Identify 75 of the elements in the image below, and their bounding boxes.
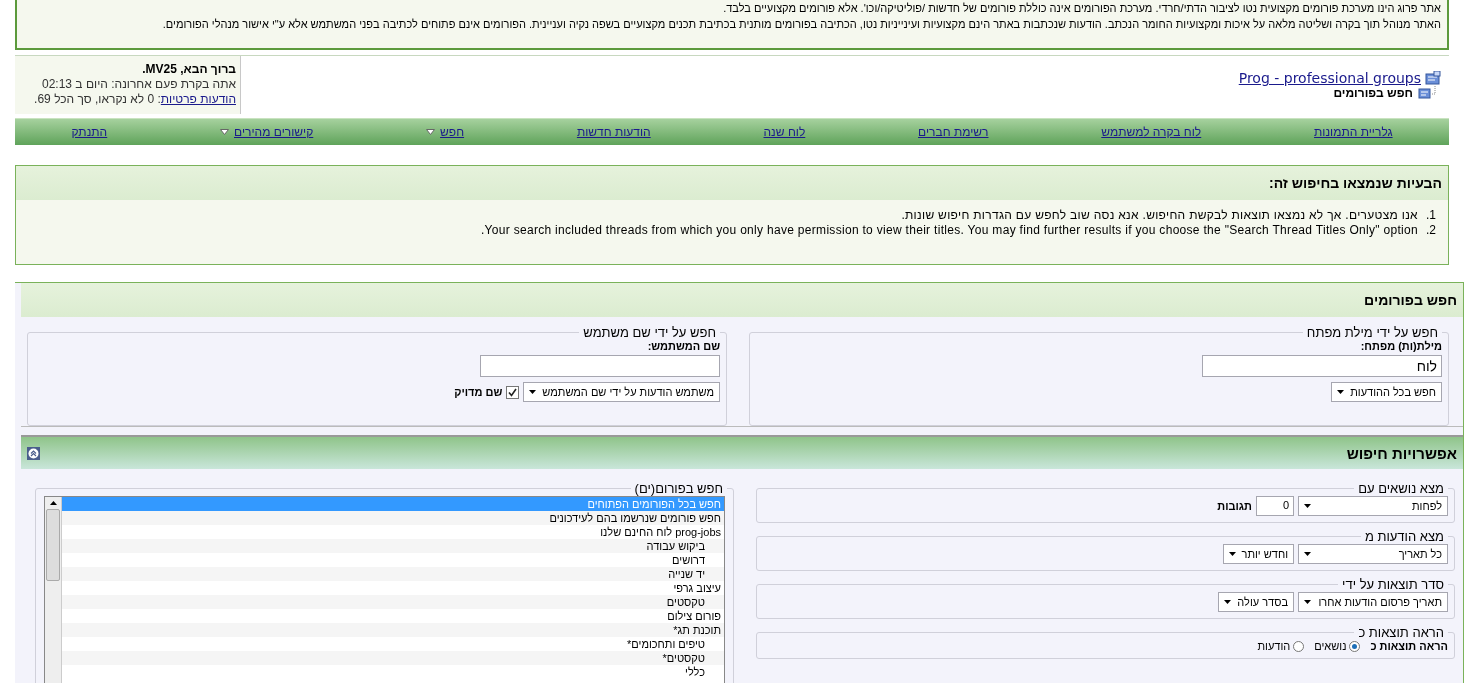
scroll-up-icon[interactable]	[49, 501, 57, 505]
notice-text: האתר מנוהל תוך בקרה ושליטה מלאה על איכות ומקצועיות החומר הנכתב. הודעות שנכתבות באתר הינם מקצועיות ועינייניות נטו, הכתיבה בפורומים מותנית בכתיבת תכנים מקצועיים בשפה נקיה ועניינית. הפורומים אינם פתוחים לכתיבה בפני המשתמש אלא ע"י אישור מנהלי הפורומים.	[161, 17, 1441, 32]
dropdown-arrow-icon	[1304, 600, 1311, 604]
checkbox-label: שם מדויק	[454, 386, 503, 398]
forum-option[interactable]: ביקוש עבודה	[62, 539, 724, 553]
section-title: אפשרויות חיפוש	[1346, 444, 1457, 462]
dropdown[interactable]: חפש בכל ההודעות	[1331, 382, 1442, 402]
dropdown-arrow-icon	[529, 390, 537, 394]
list-number: 1.	[1425, 208, 1436, 223]
dropdown-arrow-icon	[1304, 504, 1311, 508]
dropdown-arrow-icon	[1337, 390, 1345, 394]
forum-option[interactable]: עיצוב גרפי	[62, 581, 724, 595]
nav-link[interactable]: חפש	[426, 125, 465, 139]
last-visit-text: אתה בקרת פעם אחרונה: היום ב 02:13	[41, 77, 236, 92]
list-number: 2.	[1425, 223, 1436, 238]
message-count: : 0 לא נקראו, סך הכל 69.	[34, 92, 161, 107]
forum-list[interactable]: חפש בכל הפורומים הפתוחים חפש פורומים שנרשמו בהם לעידכונים prog-jobs לוח החינם שלנו ביקוש עבודה דרושים יד שנייה עיצוב גרפי טקסטים פורום צילום תוכנת תג* טיפים ותחכומים* טקסטים* כללי	[44, 496, 725, 683]
group-legend: סדר תוצאות על ידי	[1338, 577, 1448, 592]
radio-label: הודעות	[1257, 640, 1291, 652]
forum-option[interactable]: יד שנייה	[62, 567, 724, 581]
field-label: שם המשתמש:	[646, 340, 720, 352]
dropdown[interactable]: בסדר עולה	[1218, 592, 1294, 612]
welcome-text: ברוך הבא, MV25.	[142, 62, 236, 76]
forum-option[interactable]: תוכנת תג*	[62, 623, 724, 637]
group-legend: חפש על ידי מילת מפתח	[1302, 325, 1442, 340]
dropdown-arrow-icon	[426, 129, 436, 135]
nav-link[interactable]: התנתק	[71, 125, 108, 139]
page-title: חפש בפורומים	[1333, 86, 1413, 100]
error-message: אנו מצטערים. אך לא נמצאו תוצאות לבקשת החיפוש. אנא נסה שוב לחפש עם הגדרות חיפוש שונות.	[901, 208, 1418, 223]
nav-link[interactable]: הודעות חדשות	[576, 125, 651, 139]
forum-option[interactable]: טקסטים*	[62, 651, 724, 665]
dropdown[interactable]: כל תאריך	[1298, 544, 1448, 564]
field-label: תגובות	[1217, 500, 1252, 512]
nav-link[interactable]: קישורים מהירים	[220, 125, 314, 139]
notice-text: אתר פרוג הינו מערכת פורומים מקצועית נטו לציבור הדתי/חרדי. מערכת הפורומים אינה כוללת פורומים של חדשות /פוליטיקה/וכו'. אלא פורומים מקצועיים בלבד.	[722, 1, 1441, 16]
radio-label: נושאים	[1314, 640, 1347, 652]
group-legend: חפש על ידי שם משתמש	[579, 325, 720, 340]
dropdown-arrow-icon	[1224, 600, 1232, 604]
panel-title: חפש בפורומים	[1364, 292, 1457, 308]
scrollbar[interactable]	[45, 497, 62, 683]
group-legend: מצא נושאים עם	[1354, 481, 1448, 496]
group-legend: חפש בפורום(ים)	[630, 481, 727, 496]
nav-link[interactable]: לוח שנה	[763, 125, 806, 139]
forum-option[interactable]: כללי	[62, 665, 724, 679]
forum-option[interactable]: דרושים	[62, 553, 724, 567]
nav-link[interactable]: רשימת חברים	[918, 125, 989, 139]
radio-button[interactable]	[1293, 640, 1305, 652]
checkbox[interactable]	[506, 385, 520, 399]
dropdown[interactable]: תאריך פרסום הודעות אחרו	[1298, 592, 1448, 612]
nav-link[interactable]: לוח בקרה למשתמש	[1101, 125, 1202, 139]
forum-option[interactable]: פורום צילום	[62, 609, 724, 623]
username-field[interactable]	[480, 355, 720, 377]
dropdown[interactable]: וחדש יותר	[1222, 544, 1294, 564]
forum-option[interactable]: טיפים ותחכומים*	[62, 637, 724, 651]
forum-option[interactable]: טקסטים	[62, 595, 724, 609]
error-title: הבעיות שנמצאו בחיפוש זה:	[1268, 175, 1442, 191]
forum-option[interactable]: prog-jobs לוח החינם שלנו	[62, 525, 724, 539]
dropdown-arrow-icon	[220, 129, 230, 135]
keyword-field[interactable]: לוח	[1202, 355, 1442, 377]
dropdown-arrow-icon	[1304, 552, 1311, 556]
group-legend: מצא הודעות מ	[1360, 529, 1448, 544]
dropdown[interactable]: משתמש הודעות על ידי שם המשתמש	[523, 382, 720, 402]
site-link[interactable]: Prog - professional groups	[1238, 70, 1421, 86]
field-label: מילת(ות) מפתח:	[1359, 340, 1442, 352]
radio-button[interactable]	[1349, 640, 1361, 652]
nav-link[interactable]: גלריית התמונות	[1314, 125, 1393, 139]
collapse-icon[interactable]	[27, 446, 40, 460]
dropdown[interactable]: לפחות	[1298, 496, 1448, 516]
error-message: Your search included threads from which you only have permission to view their titles. You may find further results if you choose the "Search Thread Titles Only" option.	[480, 223, 1418, 238]
group-legend: הראה תוצאות כ	[1354, 625, 1448, 640]
forum-icon	[1425, 71, 1441, 85]
forum-option[interactable]: חפש פורומים שנרשמו בהם לעידכונים	[62, 511, 724, 525]
field-label: הראה תוצאות כ	[1370, 640, 1448, 652]
dropdown-arrow-icon	[1228, 552, 1236, 556]
number-field[interactable]: 0	[1256, 496, 1294, 516]
